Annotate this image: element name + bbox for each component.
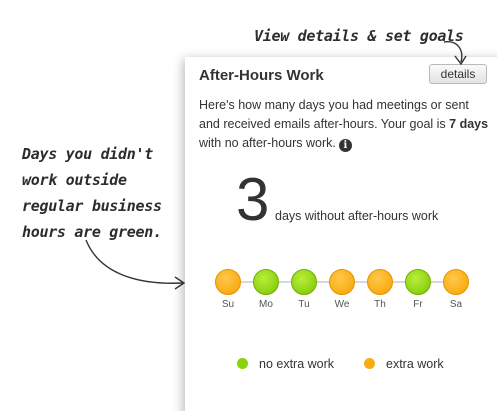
details-button[interactable]: details xyxy=(429,64,487,84)
annotation-line: hours are green. xyxy=(22,223,162,241)
orange-dot-icon xyxy=(364,358,375,369)
info-icon[interactable]: i xyxy=(338,139,352,152)
days-without-caption: days without after-hours work xyxy=(275,209,439,223)
legend-label: extra work xyxy=(386,357,444,371)
day-mo: Mo xyxy=(253,269,279,310)
green-day-dot xyxy=(253,269,279,295)
legend-label: no extra work xyxy=(259,357,335,371)
day-th: Th xyxy=(367,269,393,310)
day-we: We xyxy=(329,269,355,310)
arrow-to-days-head xyxy=(174,276,186,290)
annotation-green-days: Days you didn't work outside regular bus… xyxy=(22,141,172,245)
after-hours-card: After-Hours Work details Here's how many… xyxy=(185,57,497,411)
orange-day-dot xyxy=(215,269,241,295)
arrow-to-days xyxy=(85,239,184,284)
day-fr: Fr xyxy=(405,269,431,310)
annotation-line: regular business xyxy=(22,197,162,215)
green-dot-icon xyxy=(237,358,248,369)
green-day-dot xyxy=(405,269,431,295)
day-label: Su xyxy=(221,299,235,310)
day-tu: Tu xyxy=(291,269,317,310)
day-label: Tu xyxy=(298,299,310,310)
day-label: We xyxy=(334,299,350,310)
days-without-count: 3 xyxy=(236,166,270,233)
description-text-end: with no after-hours work. xyxy=(199,136,336,150)
orange-day-dot xyxy=(443,269,469,295)
day-label: Th xyxy=(374,299,386,310)
goal-value: 7 days xyxy=(449,117,489,131)
annotation-view-details: View details & set goals xyxy=(254,27,464,45)
day-label: Mo xyxy=(259,299,273,310)
description-text: Here's how many days you had meetings or… xyxy=(199,98,469,131)
card-title: After-Hours Work xyxy=(199,67,324,84)
orange-day-dot xyxy=(367,269,393,295)
green-day-dot xyxy=(291,269,317,295)
week-days-row: Su Mo Tu We Th Fr Sa xyxy=(215,269,469,315)
day-label: Sa xyxy=(449,299,463,310)
stage: View details & set goals Days you didn't… xyxy=(0,0,497,411)
day-label: Fr xyxy=(413,299,423,310)
card-description: Here's how many days you had meetings or… xyxy=(199,96,489,153)
orange-day-dot xyxy=(329,269,355,295)
day-su: Su xyxy=(215,269,241,310)
annotation-line: work outside xyxy=(22,171,127,189)
annotation-line: Days you didn't xyxy=(22,145,153,163)
day-sa: Sa xyxy=(443,269,469,310)
